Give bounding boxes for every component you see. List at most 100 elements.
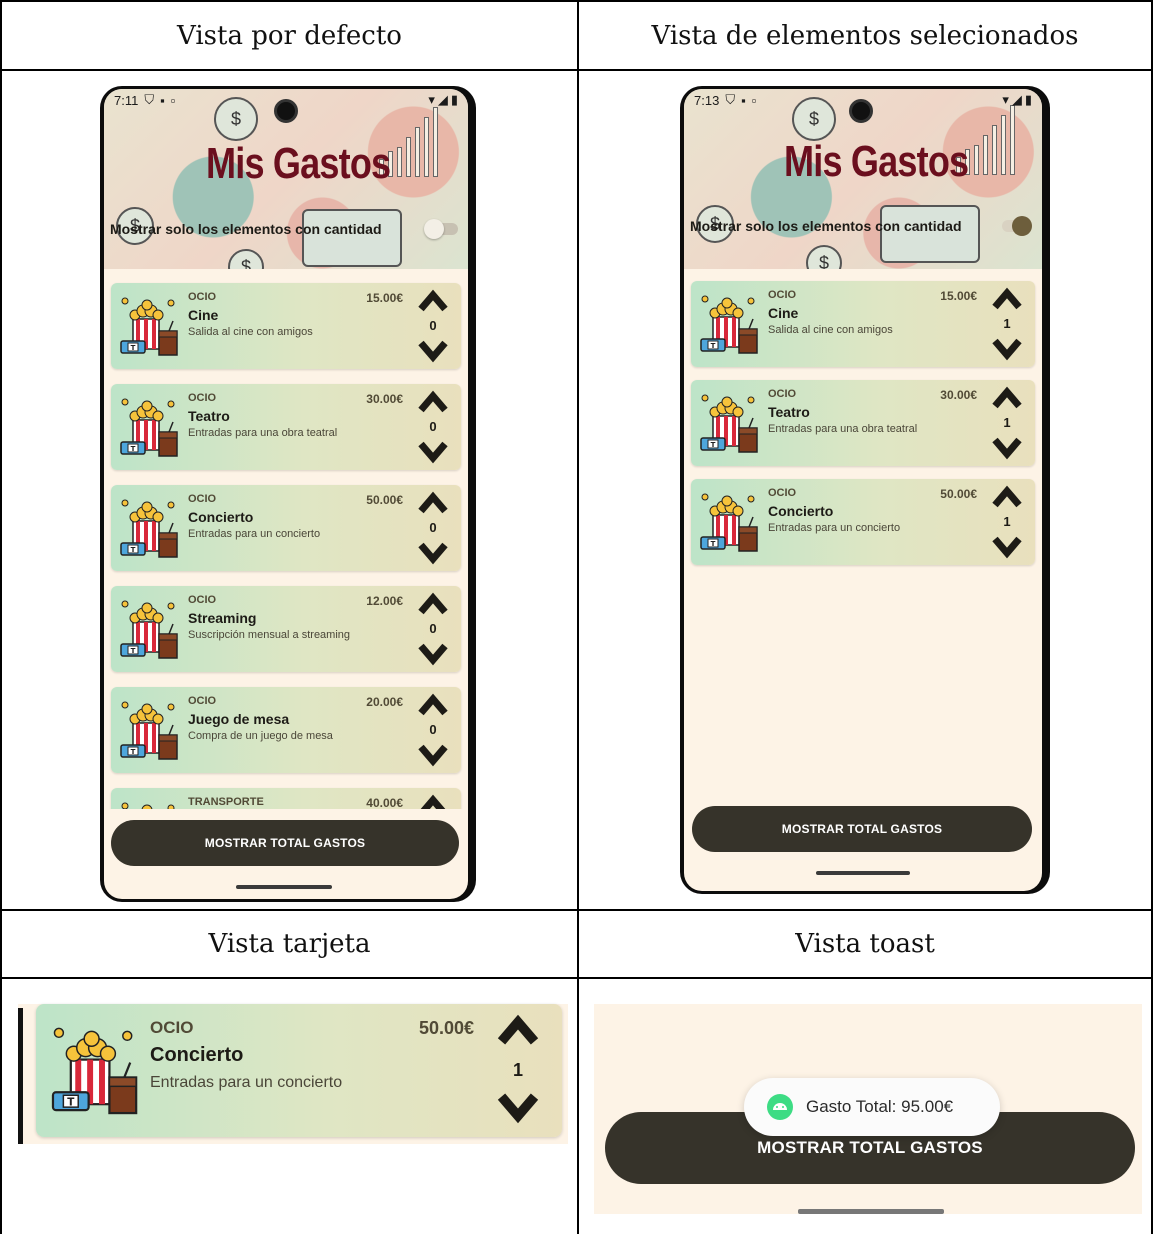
chevron-up-icon[interactable] xyxy=(417,691,449,717)
quantity-value: 1 xyxy=(1003,514,1011,529)
quantity-stepper: 1 xyxy=(987,283,1027,365)
notification-icon: ▪ xyxy=(741,92,746,108)
selection-indicator xyxy=(18,1008,23,1144)
list-item[interactable]: T TRANSPORTE 40.00€ xyxy=(111,788,461,809)
chevron-down-icon[interactable] xyxy=(417,743,449,769)
quantity-value: 0 xyxy=(429,520,437,535)
card-price: 15.00€ xyxy=(366,291,403,305)
quantity-stepper: 0 xyxy=(413,487,453,569)
popcorn-icon: T xyxy=(51,1027,138,1115)
card-description: Suscripción mensual a streaming xyxy=(188,629,351,641)
popcorn-icon: T xyxy=(120,701,178,760)
quantity-stepper: 1 xyxy=(987,481,1027,563)
header-card-view: Vista tarjeta xyxy=(208,929,371,959)
list-item[interactable]: T OCIO Concierto Entradas para un concierto… xyxy=(691,479,1035,565)
expense-card[interactable]: T OCIO Concierto Entradas para un concie… xyxy=(36,1004,562,1137)
popcorn-icon: T xyxy=(700,493,758,552)
svg-text:T: T xyxy=(131,445,136,453)
popcorn-icon: T xyxy=(700,394,758,453)
card-name: Concierto xyxy=(188,509,254,525)
chevron-up-icon[interactable] xyxy=(496,1010,540,1048)
list-item[interactable]: T OCIO Cine Salida al cine con amigos 15.00€… xyxy=(691,281,1035,367)
chevron-down-icon[interactable] xyxy=(991,436,1023,462)
chevron-down-icon[interactable] xyxy=(417,339,449,365)
chevron-down-icon[interactable] xyxy=(417,440,449,466)
chevron-up-icon[interactable] xyxy=(991,384,1023,410)
card-category: OCIO xyxy=(150,1018,194,1037)
list-item[interactable]: T OCIO Teatro Entradas para una obra teatra… xyxy=(691,380,1035,466)
media-icon: ▫ xyxy=(170,92,176,108)
card-price: 20.00€ xyxy=(366,695,403,709)
chevron-down-icon[interactable] xyxy=(991,535,1023,561)
card-category: OCIO xyxy=(188,392,217,404)
battery-icon: ▮ xyxy=(450,92,458,107)
chevron-down-icon[interactable] xyxy=(417,642,449,668)
android-icon xyxy=(767,1094,793,1120)
table-divider-center xyxy=(577,0,579,1234)
card-description: Entradas para un concierto xyxy=(188,528,321,540)
header-selected-view: Vista de elementos selecionados xyxy=(651,20,1079,51)
card-category: OCIO xyxy=(188,594,217,606)
coin-icon: $ xyxy=(806,245,842,269)
chevron-down-icon[interactable] xyxy=(991,337,1023,363)
card-price: 15.00€ xyxy=(940,289,977,303)
show-total-button[interactable]: MOSTRAR TOTAL GASTOS xyxy=(111,820,459,866)
chevron-up-icon[interactable] xyxy=(417,489,449,515)
card-description: Entradas para una obra teatral xyxy=(188,427,338,439)
clock-time: 7:13 xyxy=(694,92,720,108)
filter-row: Mostrar solo los elementos con cantidad xyxy=(110,219,458,239)
svg-text:T: T xyxy=(131,647,136,655)
toast-view-panel: Gasto Total: 95.00€ MOSTRAR TOTAL GASTOS xyxy=(594,1004,1142,1214)
popcorn-icon: T xyxy=(120,297,178,356)
shield-icon: ⛉ xyxy=(725,92,736,107)
svg-text:T: T xyxy=(131,748,136,756)
chevron-down-icon[interactable] xyxy=(496,1090,540,1128)
notification-icon: ▪ xyxy=(160,92,165,108)
quantity-value: 0 xyxy=(429,722,437,737)
gesture-nav-bar[interactable] xyxy=(236,885,332,889)
card-name: Teatro xyxy=(768,404,810,420)
list-item[interactable]: T OCIO Cine Salida al cine con amigos 15.00€… xyxy=(111,283,461,369)
popcorn-icon: T xyxy=(121,802,175,809)
list-item[interactable]: T OCIO Teatro Entradas para una obra teatra… xyxy=(111,384,461,470)
filter-switch[interactable] xyxy=(998,216,1032,236)
credit-card-icon xyxy=(302,209,402,267)
svg-text:T: T xyxy=(711,540,716,548)
quantity-value: 1 xyxy=(1003,316,1011,331)
list-item[interactable]: T OCIO Juego de mesa Compra de un juego de … xyxy=(111,687,461,773)
clock-time: 7:11 xyxy=(114,92,139,108)
quantity-value: 0 xyxy=(429,318,437,333)
list-item[interactable]: T OCIO Concierto Entradas para un concierto… xyxy=(111,485,461,571)
chevron-up-icon[interactable] xyxy=(991,285,1023,311)
expense-list[interactable]: T OCIO Cine Salida al cine con amigos 15.00€… xyxy=(104,275,468,809)
media-icon: ▫ xyxy=(751,92,757,108)
chevron-up-icon[interactable] xyxy=(417,388,449,414)
table-border-left xyxy=(0,0,2,1234)
quantity-stepper: 1 xyxy=(490,1008,546,1132)
card-description: Entradas para un concierto xyxy=(150,1074,343,1091)
card-name: Concierto xyxy=(768,503,834,519)
battery-icon: ▮ xyxy=(1024,92,1032,107)
chevron-down-icon[interactable] xyxy=(417,541,449,567)
chevron-up-icon[interactable] xyxy=(417,287,449,313)
show-total-button[interactable]: MOSTRAR TOTAL GASTOS xyxy=(692,806,1032,852)
gesture-nav-bar[interactable] xyxy=(816,871,910,875)
card-price: 30.00€ xyxy=(366,392,403,406)
quantity-stepper: 1 xyxy=(987,382,1027,464)
chevron-up-icon[interactable] xyxy=(991,483,1023,509)
card-name: Cine xyxy=(768,305,799,321)
expense-list[interactable]: T OCIO Cine Salida al cine con amigos 15.00€… xyxy=(684,273,1042,793)
card-description: Entradas para una obra teatral xyxy=(768,423,918,435)
quantity-stepper: 0 xyxy=(413,386,453,468)
chevron-up-icon[interactable] xyxy=(417,590,449,616)
filter-switch[interactable] xyxy=(424,219,458,239)
gesture-nav-bar[interactable] xyxy=(798,1209,944,1214)
filter-label: Mostrar solo los elementos con cantidad xyxy=(110,221,382,237)
chevron-up-icon[interactable] xyxy=(417,792,449,809)
svg-text:T: T xyxy=(711,342,716,350)
svg-text:T: T xyxy=(131,546,136,554)
quantity-value: 0 xyxy=(429,621,437,636)
list-item[interactable]: T OCIO Streaming Suscripción mensual a stre… xyxy=(111,586,461,672)
popcorn-icon: T xyxy=(120,600,178,659)
toast-text: Gasto Total: 95.00€ xyxy=(806,1097,954,1116)
